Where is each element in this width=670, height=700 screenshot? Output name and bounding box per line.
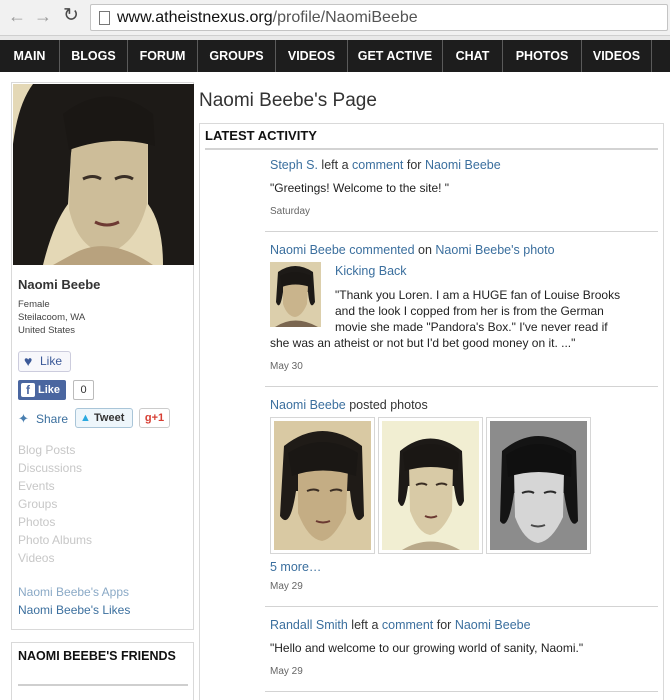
nav-photos[interactable]: PHOTOS	[503, 40, 582, 72]
activity-item-1-headline: Steph S. left a comment for Naomi Beebe	[270, 158, 501, 172]
activity-actor-link[interactable]: Naomi Beebe	[270, 243, 346, 257]
posted-photo-3-image	[490, 421, 587, 550]
activity-item-2-photo-title: Kicking Back	[335, 264, 407, 278]
friends-box: NAOMI BEEBE'S FRIENDS	[11, 642, 194, 700]
url-text[interactable]: www.atheistnexus.org/profile/NaomiBeebe	[117, 9, 418, 27]
link-events[interactable]: Events	[18, 479, 55, 493]
activity-item-1-date: Saturday	[270, 206, 311, 217]
nav-blogs[interactable]: BLOGS	[60, 40, 128, 72]
divider	[265, 606, 658, 607]
share-button[interactable]: ✦ Share	[18, 411, 69, 426]
link-photo-albums[interactable]: Photo Albums	[18, 533, 92, 547]
nav-groups[interactable]: GROUPS	[198, 40, 276, 72]
link-likes[interactable]: Naomi Beebe's Likes	[18, 603, 130, 617]
divider	[205, 148, 658, 150]
nav-forum[interactable]: FORUM	[128, 40, 198, 72]
profile-photo-image	[13, 84, 194, 265]
facebook-like-label: Like	[38, 384, 61, 396]
activity-item-4-headline: Randall Smith left a comment for Naomi B…	[270, 618, 531, 632]
nav-get-active[interactable]: GET ACTIVE	[348, 40, 443, 72]
share-icon: ✦	[18, 411, 29, 426]
profile-city: Steilacoom, WA	[18, 312, 86, 323]
posted-photo-2[interactable]	[378, 417, 483, 554]
activity-object-link[interactable]: comment	[382, 618, 433, 632]
posted-photo-1[interactable]	[270, 417, 375, 554]
nav-main[interactable]: MAIN	[0, 40, 60, 72]
posted-photo-1-image	[274, 421, 371, 550]
divider	[265, 691, 658, 692]
profile-gender: Female	[18, 299, 50, 310]
divider	[265, 231, 658, 232]
profile-country: United States	[18, 325, 76, 336]
facebook-icon: f	[21, 383, 35, 397]
activity-item-3-date: May 29	[270, 581, 303, 592]
forward-arrow-icon[interactable]: →	[32, 5, 54, 27]
activity-actor-link[interactable]: Steph S.	[270, 158, 318, 172]
activity-item-2-quote-line-1: "Thank you Loren. I am a HUGE fan of Lou…	[335, 288, 621, 302]
link-videos[interactable]: Videos	[18, 551, 54, 565]
more-photos-link[interactable]: 5 more…	[270, 560, 321, 574]
nav-videos-2[interactable]: VIDEOS	[582, 40, 652, 72]
activity-item-1-quote: "Greetings! Welcome to the site! "	[270, 181, 450, 195]
tweet-label: Tweet	[94, 412, 125, 424]
google-plus-button[interactable]: g+1	[139, 408, 170, 428]
profile-sidebar: Naomi Beebe Female Steilacoom, WA United…	[11, 82, 194, 630]
activity-target-link[interactable]: Naomi Beebe's photo	[435, 243, 554, 257]
activity-object-link[interactable]: comment	[352, 158, 403, 172]
link-photos[interactable]: Photos	[18, 515, 55, 529]
activity-target-link[interactable]: Naomi Beebe	[425, 158, 501, 172]
tweet-button[interactable]: ▲ Tweet	[75, 408, 133, 428]
profile-name: Naomi Beebe	[18, 277, 101, 292]
activity-actor-link[interactable]: Naomi Beebe	[270, 398, 346, 412]
link-discussions[interactable]: Discussions	[18, 461, 82, 475]
link-apps[interactable]: Naomi Beebe's Apps	[18, 585, 129, 599]
posted-photo-2-image	[382, 421, 479, 550]
activity-item-4-date: May 29	[270, 666, 303, 677]
link-groups[interactable]: Groups	[18, 497, 57, 511]
activity-item-2-date: May 30	[270, 361, 303, 372]
profile-photo[interactable]	[13, 84, 194, 265]
activity-item-2-quote-line-2: and the look I copped from her is from t…	[335, 304, 604, 318]
twitter-bird-icon: ▲	[80, 412, 91, 424]
reload-icon[interactable]: ↻	[60, 5, 82, 27]
like-label: Like	[40, 354, 63, 368]
activity-actor-link[interactable]: Randall Smith	[270, 618, 348, 632]
activity-item-2-quote-line-3: movie she made "Pandora's Box." I've nev…	[335, 320, 608, 334]
gplus-label: +1	[151, 412, 165, 424]
thumbnail-image	[270, 262, 321, 327]
comment-photo-thumbnail[interactable]	[270, 262, 321, 327]
link-blog-posts[interactable]: Blog Posts	[18, 443, 75, 457]
posted-photo-3[interactable]	[486, 417, 591, 554]
url-host: www.atheistnexus.org	[117, 9, 273, 26]
latest-activity-panel: LATEST ACTIVITY Steph S. left a comment …	[199, 123, 664, 700]
activity-item-2-headline: Naomi Beebe commented on Naomi Beebe's p…	[270, 243, 555, 257]
page-title: Naomi Beebe's Page	[199, 90, 377, 111]
like-button[interactable]: ♥ Like	[18, 351, 71, 372]
facebook-like-count: 0	[73, 380, 94, 400]
address-bar[interactable]: www.atheistnexus.org/profile/NaomiBeebe	[90, 4, 668, 31]
photo-title-link[interactable]: Kicking Back	[335, 264, 407, 278]
activity-item-3-more: 5 more…	[270, 560, 321, 574]
friends-title: NAOMI BEEBE'S FRIENDS	[18, 649, 176, 663]
divider	[265, 386, 658, 387]
share-label: Share	[36, 412, 69, 426]
divider	[18, 684, 188, 686]
nav-videos[interactable]: VIDEOS	[276, 40, 348, 72]
page-icon	[99, 11, 110, 25]
site-nav: MAIN BLOGS FORUM GROUPS VIDEOS GET ACTIV…	[0, 40, 670, 72]
activity-item-2-quote-line-4: she was an atheist or not but I'd bet go…	[270, 336, 576, 350]
back-arrow-icon[interactable]: ←	[6, 5, 28, 27]
browser-toolbar: ← → ↻ www.atheistnexus.org/profile/Naomi…	[0, 0, 670, 36]
heart-icon: ♥	[24, 353, 33, 369]
section-title: LATEST ACTIVITY	[205, 128, 317, 143]
activity-item-3-headline: Naomi Beebe posted photos	[270, 398, 428, 412]
facebook-like-button[interactable]: f Like	[18, 380, 66, 400]
activity-item-4-quote: "Hello and welcome to our growing world …	[270, 641, 584, 655]
url-path: /profile/NaomiBeebe	[272, 9, 418, 26]
activity-target-link[interactable]: Naomi Beebe	[455, 618, 531, 632]
nav-chat[interactable]: CHAT	[443, 40, 503, 72]
